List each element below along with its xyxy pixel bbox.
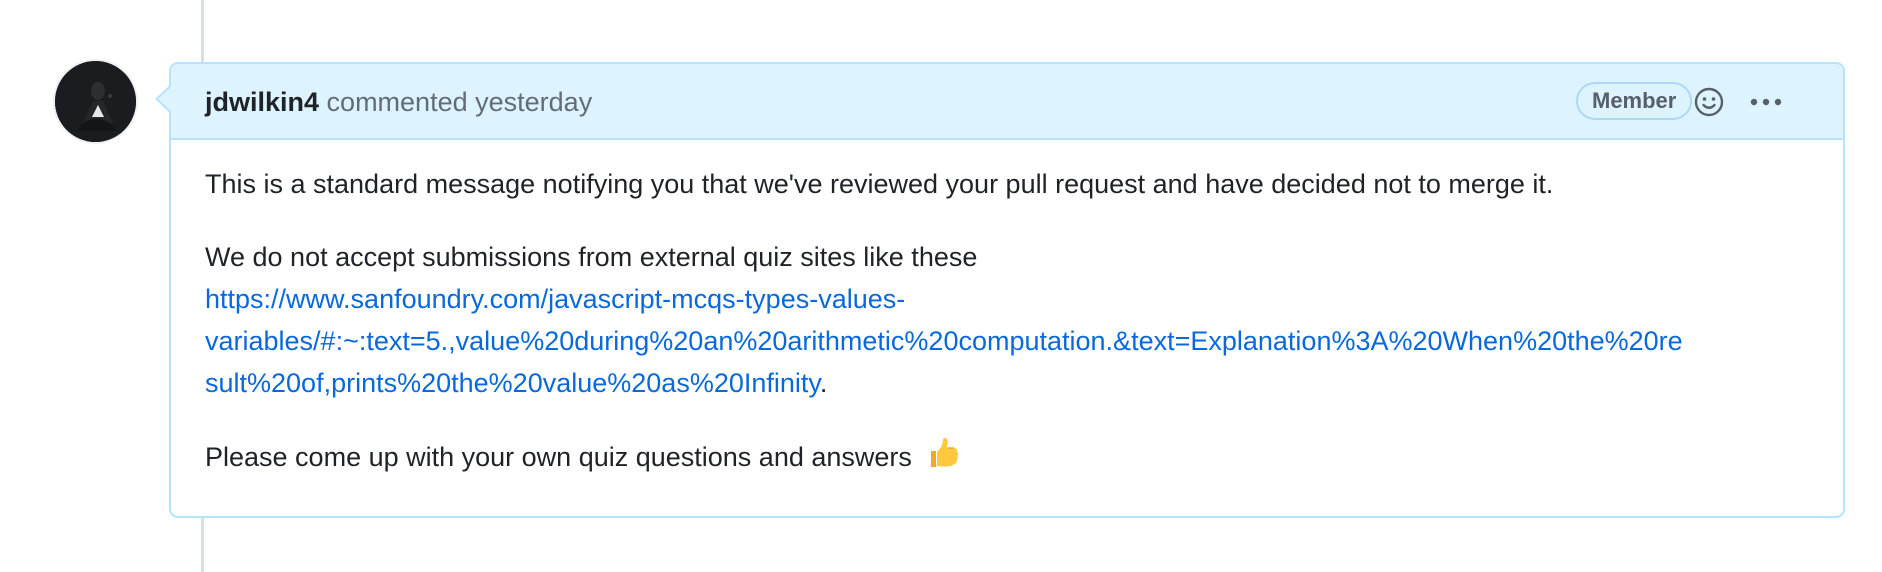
paragraph-2-intro: We do not accept submissions from extern… (205, 242, 978, 272)
comment-body: This is a standard message notifying you… (205, 163, 1813, 514)
member-badge: Member (1576, 82, 1693, 120)
avatar-image (55, 61, 136, 142)
timestamp-link[interactable]: yesterday (475, 87, 592, 117)
comment-options-button[interactable] (1746, 82, 1786, 122)
pull-request-timeline: jdwilkin4 commented yesterday Member Thi… (0, 0, 1882, 572)
external-quiz-link[interactable]: https://www.sanfoundry.com/javascript-mc… (205, 284, 1683, 398)
smiley-icon (1694, 87, 1724, 117)
author-link[interactable]: jdwilkin4 (205, 87, 319, 117)
comment-paragraph-3: Please come up with your own quiz questi… (205, 435, 1813, 483)
add-reaction-button[interactable] (1689, 82, 1729, 122)
action-text: commented (326, 87, 468, 117)
comment-box: jdwilkin4 commented yesterday Member Thi… (155, 62, 1845, 518)
comment-header: jdwilkin4 commented yesterday Member (171, 64, 1843, 140)
link-trailing-period: . (819, 368, 828, 398)
comment-header-text: jdwilkin4 commented yesterday (205, 86, 592, 118)
comment-paragraph-2: We do not accept submissions from extern… (205, 236, 1813, 404)
kebab-horizontal-icon (1750, 98, 1782, 106)
thumbsup-icon (925, 435, 961, 483)
comment-paragraph-1: This is a standard message notifying you… (205, 169, 1554, 199)
comment-action: commented yesterday (327, 87, 593, 117)
avatar[interactable] (55, 61, 136, 142)
